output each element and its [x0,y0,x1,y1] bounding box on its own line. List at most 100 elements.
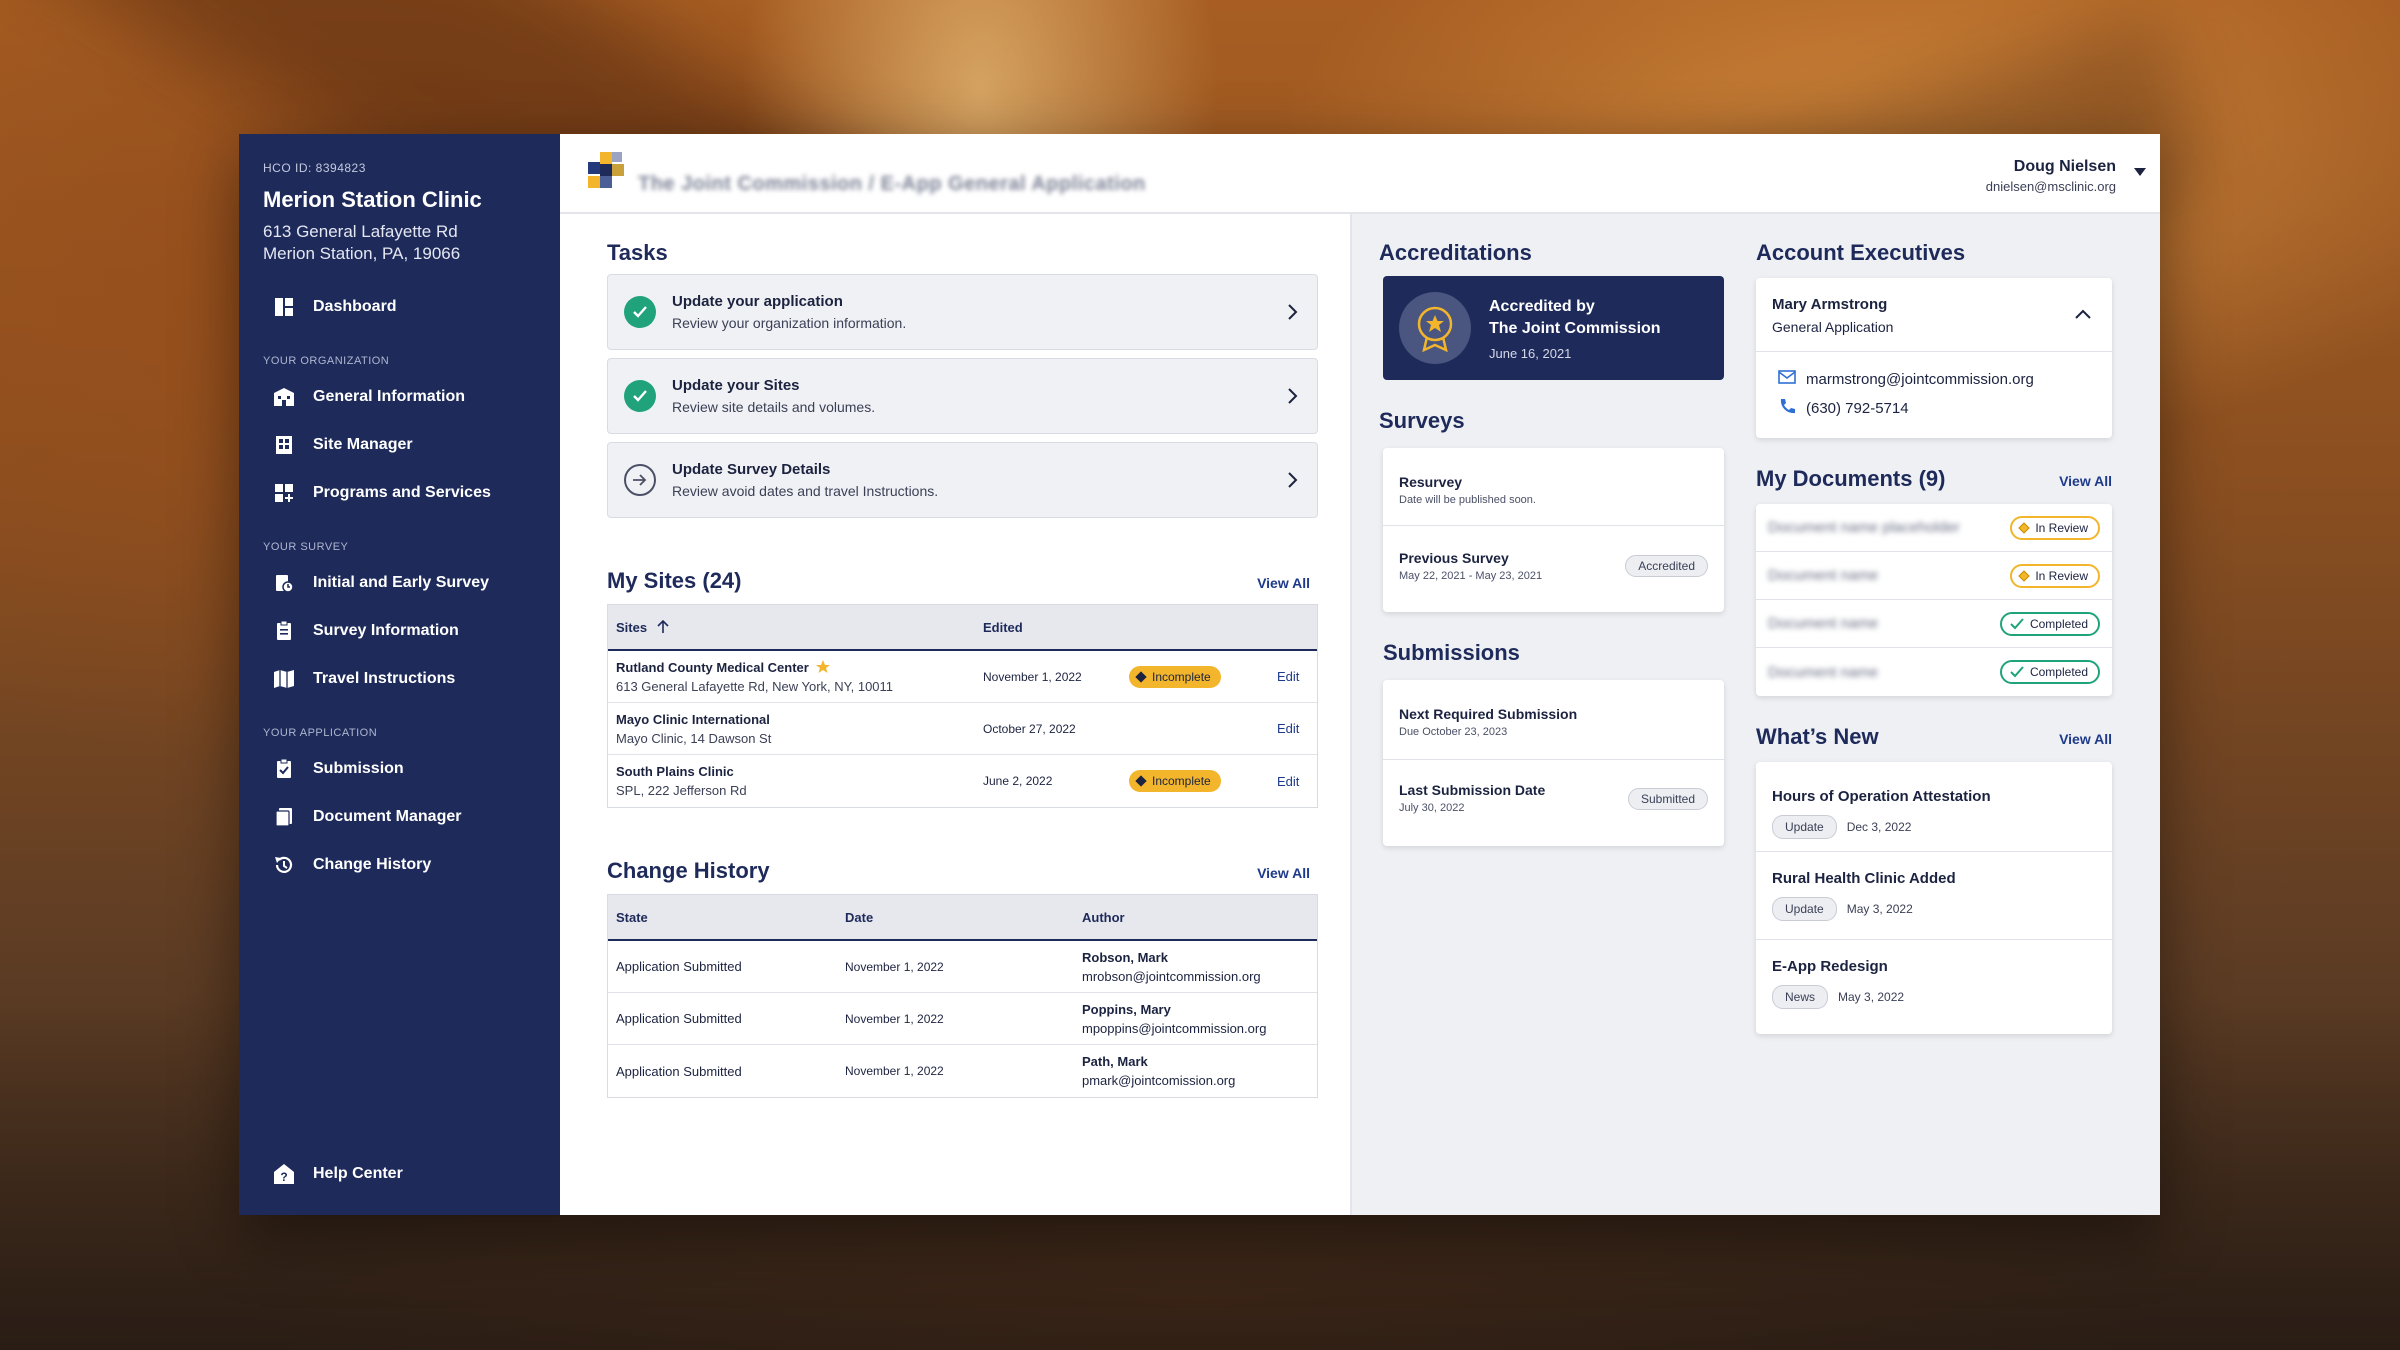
site-name[interactable]: South Plains Clinic [616,764,983,779]
nav-document-manager[interactable]: Document Manager [263,793,536,841]
documents-card: Document name placeholder In Review Docu… [1756,504,2112,696]
status-cell: Incomplete [1129,665,1277,688]
star-icon[interactable] [816,659,831,673]
site-address: Mayo Clinic, 14 Dawson St [616,730,772,746]
nav-site-manager[interactable]: Site Manager [263,421,536,469]
executive-role: General Application [1772,319,1894,335]
executive-phone-line[interactable]: (630) 792-5714 [1778,398,2112,418]
author-email: mpoppins@jointcommission.org [1082,1020,1267,1036]
executive-email-line[interactable]: marmstrong@jointcommission.org [1778,370,2112,388]
sites-view-all-link[interactable]: View All [1257,575,1310,591]
documents-view-all-link[interactable]: View All [2059,473,2112,489]
author-name: Poppins, Mary [1082,1001,1171,1017]
history-date: November 1, 2022 [845,959,944,974]
building-icon [273,386,295,408]
col-edited[interactable]: Edited [983,620,1023,635]
check-circle-icon [624,380,656,412]
logo-mark-icon [588,152,632,196]
document-status: Completed [2029,665,2088,679]
status-cell: Incomplete [1129,770,1277,792]
documents-icon [273,806,295,828]
history-date: November 1, 2022 [845,1011,944,1026]
history-author: Poppins, Mary mpoppins@jointcommission.or… [1082,1002,1266,1036]
news-date: May 3, 2022 [1838,990,1905,1004]
executive-header[interactable]: Mary Armstrong General Application [1756,278,2112,352]
history-table: State Date Author Application Submitted … [607,894,1318,1098]
task-update-survey-details[interactable]: Update Survey Details Review avoid dates … [607,442,1318,518]
site-cell: Mayo Clinic International Mayo Clinic, 1… [608,712,983,746]
user-menu[interactable]: Doug Nielsen dnielsen@msclinic.org [1986,158,2116,194]
nav-general-information[interactable]: General Information [263,373,536,421]
news-tag: News [1772,985,1829,1009]
nav-survey-information[interactable]: Survey Information [263,607,536,655]
next-submission-due: Due October 23, 2023 [1399,726,1508,738]
user-email: dnielsen@msclinic.org [1985,179,2116,194]
col-author[interactable]: Author [1082,910,1125,925]
executive-phone: (630) 792-5714 [1806,399,1909,417]
col-sites[interactable]: Sites [608,620,983,635]
submissions-heading: Submissions [1383,640,1520,665]
site-name-line[interactable]: Rutland County Medical Center [616,659,983,675]
site-name: Rutland County Medical Center [616,659,809,675]
nav-programs-and-services[interactable]: Programs and Services [263,469,536,517]
document-status: In Review [2035,568,2088,583]
help-center-link[interactable]: ? Help Center [273,1163,403,1185]
left-column: Tasks Update your application Review your… [560,214,1352,1215]
news-item[interactable]: Rural Health Clinic Added Update May 3, 2… [1756,852,2112,940]
news-title: Hours of Operation Attestation [1772,788,1991,805]
document-row[interactable]: Document name Completed [1756,600,2112,648]
chevron-up-icon[interactable] [2074,308,2092,320]
document-row[interactable]: Document name placeholder In Review [1756,504,2112,552]
submissions-title: Submissions [1383,640,1724,666]
news-view-all-link[interactable]: View All [2059,731,2112,747]
previous-survey-row[interactable]: Previous Survey May 22, 2021 - May 23, 2… [1383,526,1724,612]
edit-link[interactable]: Edit [1277,669,1299,684]
news-item[interactable]: Hours of Operation Attestation Update Dec… [1756,762,2112,852]
nav-initial-early-survey[interactable]: Initial and Early Survey [263,559,536,607]
task-subtitle: Review your organization information. [672,315,907,331]
history-icon [273,854,295,876]
task-update-application[interactable]: Update your application Review your organ… [607,274,1318,350]
document-row[interactable]: Document name In Review [1756,552,2112,600]
sidebar: HCO ID: 8394823 Merion Station Clinic 61… [239,134,560,1215]
whats-new-title: What’s New [1756,724,1879,749]
col-state[interactable]: State [608,910,845,925]
nav-submission[interactable]: Submission [263,745,536,793]
edit-link[interactable]: Edit [1277,721,1299,736]
checkmark-icon [2010,666,2024,678]
document-row[interactable]: Document name Completed [1756,648,2112,696]
tasks-heading: Tasks [607,240,668,265]
accrediting-body: The Joint Commission [1489,319,1661,337]
last-submission-row[interactable]: Last Submission Date July 30, 2022 Submi… [1383,760,1724,846]
phone-icon [1778,398,1796,418]
task-update-sites[interactable]: Update your Sites Review site details and… [607,358,1318,434]
clipboard-list-icon [273,620,295,642]
site-name[interactable]: Mayo Clinic International [616,712,983,727]
nav-travel-instructions[interactable]: Travel Instructions [263,655,536,703]
table-row: Application Submitted November 1, 2022 R… [608,941,1317,993]
author-name: Path, Mark [1082,1054,1148,1069]
user-menu-caret-icon[interactable] [2134,168,2146,176]
accredited-by: Accredited by [1489,297,1595,315]
next-submission-row[interactable]: Next Required Submission Due October 23,… [1383,680,1724,760]
hco-id: HCO ID: 8394823 [263,161,366,175]
surveys-card: Resurvey Date will be published soon. Pr… [1383,448,1724,612]
history-view-all-link[interactable]: View All [1257,865,1310,881]
resurvey-row[interactable]: Resurvey Date will be published soon. [1383,448,1724,526]
document-name: Document name [1768,663,1879,681]
accreditation-card[interactable]: Accredited by The Joint Commission June … [1383,276,1724,380]
history-author: Robson, Mark mrobson@jointcommission.org [1082,950,1261,984]
news-item[interactable]: E-App Redesign News May 3, 2022 [1756,940,2112,1034]
task-title: Update your application [672,293,843,310]
site-address: SPL, 222 Jefferson Rd [616,783,747,798]
edit-link[interactable]: Edit [1277,774,1299,789]
col-date[interactable]: Date [845,910,1082,925]
diamond-icon [1135,775,1147,787]
history-table-header: State Date Author [608,895,1317,941]
diamond-icon [2018,521,2030,534]
nav-change-history[interactable]: Change History [263,841,536,889]
news-title: E-App Redesign [1772,958,1888,975]
app-logo[interactable]: The Joint Commission / E-App General App… [588,152,1146,196]
nav-dashboard[interactable]: Dashboard [263,283,536,331]
section-your-survey: YOUR SURVEY [263,541,349,553]
